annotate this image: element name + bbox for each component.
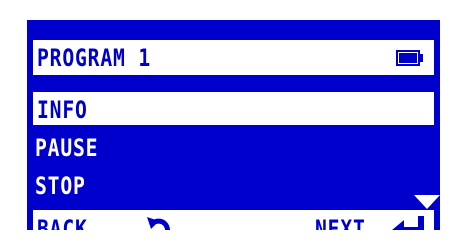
menu-item-pause[interactable]: PAUSE xyxy=(27,130,440,165)
menu-item-info[interactable]: INFO xyxy=(33,92,434,125)
back-softkey-label[interactable]: BACK xyxy=(37,214,88,230)
next-softkey-label[interactable]: NEXT xyxy=(315,214,366,230)
menu-item-label: STOP xyxy=(35,172,86,200)
menu-item-stop[interactable]: STOP xyxy=(27,168,440,203)
header-bar: PROGRAM 1 xyxy=(33,40,434,75)
program-title: PROGRAM 1 xyxy=(37,44,152,72)
softkey-bar: BACK NEXT xyxy=(33,210,434,230)
lcd-screen: PROGRAM 1 INFO PAUSE STOP BACK NEXT xyxy=(27,20,440,230)
enter-arrow-icon[interactable] xyxy=(392,216,426,230)
menu-item-label: PAUSE xyxy=(35,134,99,162)
menu-item-label: INFO xyxy=(37,96,88,124)
rotate-back-icon[interactable] xyxy=(145,215,171,230)
battery-icon xyxy=(396,50,424,70)
